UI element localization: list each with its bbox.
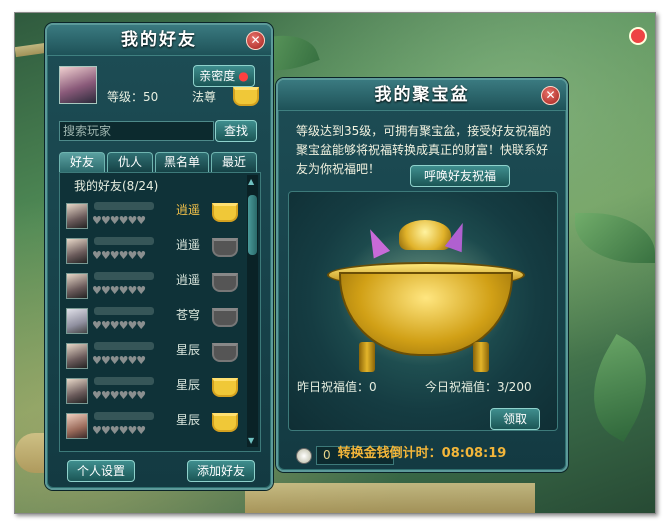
heart-icon: ● [238, 69, 249, 83]
friend-title: 星辰 [176, 413, 201, 427]
basin-icon[interactable] [233, 87, 259, 106]
avatar [66, 343, 88, 369]
list-item[interactable]: ♥♥♥♥♥♥ 逍遥 [64, 199, 244, 233]
tab-recent[interactable]: 最近 [211, 152, 257, 172]
scene-marker-icon [629, 27, 647, 45]
friend-title: 逍遥 [176, 238, 201, 252]
hidden-name [94, 412, 154, 420]
avatar [66, 203, 88, 229]
list-item[interactable]: ♥♥♥♥♥♥ 苍穹 [64, 304, 244, 338]
list-item[interactable]: ♥♥♥♥♥♥ 逍遥 [64, 269, 244, 303]
friend-title: 逍遥 [176, 273, 201, 287]
scrollbar-thumb[interactable] [248, 195, 257, 255]
hidden-name [94, 377, 154, 385]
friend-group-label[interactable]: 我的好友(8/24) [74, 177, 158, 194]
basin-icon[interactable] [212, 378, 238, 397]
friend-list[interactable]: 我的好友(8/24) ♥♥♥♥♥♥ 逍遥 ♥♥♥♥♥♥ 逍遥 ♥♥♥♥♥♥ 逍遥… [59, 172, 261, 452]
heart-rating-icon: ♥♥♥♥♥♥ [92, 214, 146, 227]
scroll-down-icon[interactable]: ▼ [248, 436, 254, 445]
hidden-name [94, 307, 154, 315]
player-class: 法尊 [192, 90, 217, 104]
today-blessing: 今日祝福值：3/200 [425, 380, 532, 394]
hidden-name [94, 342, 154, 350]
avatar [66, 308, 88, 334]
friend-list-scrollbar[interactable]: ▲ ▼ [247, 175, 258, 447]
intimacy-button-label: 亲密度 [199, 69, 236, 83]
friend-title: 逍遥 [176, 203, 201, 217]
basin-panel: 我的聚宝盆 ✕ 等级达到35级，可拥有聚宝盆，接受好友祝福的聚宝盆能够将祝福转换… [276, 78, 568, 472]
gold-ingot-icon [399, 220, 451, 250]
treasure-basin-display: 昨日祝福值：0 今日祝福值：3/200 [288, 191, 558, 431]
countdown: 转换金钱倒计时：08:08:19 [278, 442, 566, 461]
basin-icon[interactable] [212, 238, 238, 257]
basin-icon[interactable] [212, 308, 238, 327]
hidden-name [94, 237, 154, 245]
heart-rating-icon: ♥♥♥♥♥♥ [92, 424, 146, 437]
basin-icon[interactable] [212, 273, 238, 292]
avatar [66, 238, 88, 264]
avatar [66, 273, 88, 299]
heart-rating-icon: ♥♥♥♥♥♥ [92, 284, 146, 297]
player-avatar [59, 66, 97, 104]
list-item[interactable]: ♥♥♥♥♥♥ 星辰 [64, 339, 244, 373]
basin-icon[interactable] [212, 413, 238, 432]
basin-icon[interactable] [212, 203, 238, 222]
background-floor [245, 483, 535, 513]
tab-friends[interactable]: 好友 [59, 152, 105, 172]
tab-blacklist[interactable]: 黑名单 [155, 152, 209, 172]
heart-rating-icon: ♥♥♥♥♥♥ [92, 354, 146, 367]
friends-panel-title: 我的好友 [47, 25, 271, 56]
background-leaf [571, 334, 655, 442]
add-friend-button[interactable]: 添加好友 [187, 460, 255, 482]
basin-leg [473, 342, 489, 372]
heart-rating-icon: ♥♥♥♥♥♥ [92, 389, 146, 402]
friend-title: 苍穹 [176, 308, 201, 322]
personal-settings-button[interactable]: 个人设置 [67, 460, 135, 482]
player-level: 等级：50 [107, 90, 159, 104]
basin-icon[interactable] [212, 343, 238, 362]
claim-button[interactable]: 领取 [490, 408, 540, 430]
basin-leg [359, 342, 375, 372]
basin-panel-title: 我的聚宝盆 [278, 80, 566, 111]
avatar [66, 378, 88, 404]
background-leaf [575, 213, 655, 263]
heart-rating-icon: ♥♥♥♥♥♥ [92, 319, 146, 332]
friends-panel: 我的好友 ✕ 亲密度 ● 等级：50 法尊 搜索玩家 查找 好友 仇人 黑名单 最… [45, 23, 273, 490]
list-item[interactable]: ♥♥♥♥♥♥ 星辰 [64, 374, 244, 408]
heart-rating-icon: ♥♥♥♥♥♥ [92, 249, 146, 262]
hidden-name [94, 272, 154, 280]
countdown-label: 转换金钱倒计时： [337, 446, 442, 461]
yesterday-blessing: 昨日祝福值：0 [297, 380, 377, 394]
call-friends-button[interactable]: 呼唤好友祝福 [410, 165, 510, 187]
close-icon[interactable]: ✕ [246, 31, 265, 50]
search-button[interactable]: 查找 [215, 120, 257, 142]
hidden-name [94, 202, 154, 210]
scroll-up-icon[interactable]: ▲ [248, 177, 254, 186]
tab-enemies[interactable]: 仇人 [107, 152, 153, 172]
friend-title: 星辰 [176, 378, 201, 392]
search-input[interactable]: 搜索玩家 [59, 121, 214, 141]
intimacy-button[interactable]: 亲密度 ● [193, 65, 255, 87]
friend-title: 星辰 [176, 343, 201, 357]
list-item[interactable]: ♥♥♥♥♥♥ 星辰 [64, 409, 244, 443]
avatar [66, 413, 88, 439]
countdown-value: 08:08:19 [441, 446, 507, 461]
list-item[interactable]: ♥♥♥♥♥♥ 逍遥 [64, 234, 244, 268]
close-icon[interactable]: ✕ [541, 86, 560, 105]
